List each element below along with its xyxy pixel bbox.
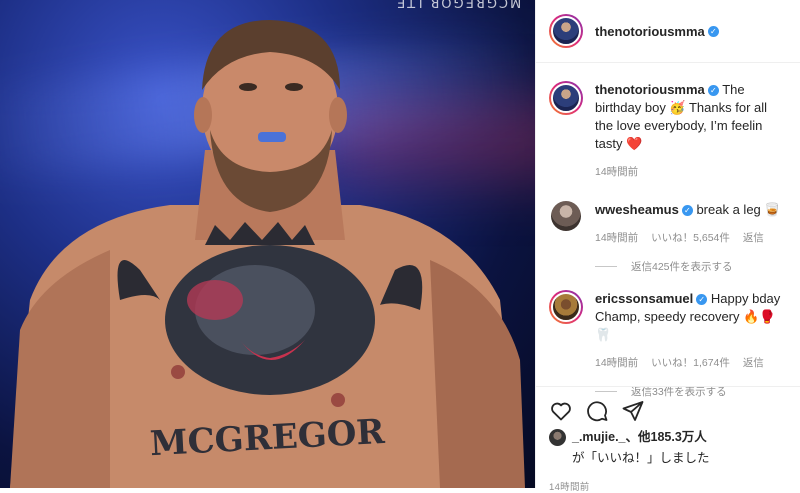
share-icon[interactable] xyxy=(621,399,645,423)
verified-badge-icon: ✓ xyxy=(681,205,693,216)
post-side-panel: thenotoriousmma ✓ thenotoriousmma ✓ The b… xyxy=(535,0,800,493)
divider xyxy=(595,266,617,267)
liker-avatar[interactable] xyxy=(549,429,566,446)
commenter-avatar[interactable] xyxy=(549,290,583,324)
author-username[interactable]: thenotoriousmma xyxy=(595,24,705,39)
comment-username[interactable]: wwesheamus xyxy=(595,202,679,217)
heart-icon[interactable] xyxy=(549,399,573,423)
comment-likes[interactable]: いいね！5,654件 xyxy=(651,232,730,244)
comment-username[interactable]: ericssonsamuel xyxy=(595,291,693,306)
verified-badge-icon: ✓ xyxy=(707,85,719,96)
view-replies-label[interactable]: 返信425件を表示する xyxy=(631,259,733,274)
comment: wwesheamus ✓ break a leg 🥃 14時間前 いいね！5,65… xyxy=(549,201,787,247)
liked-by[interactable]: _.mujie._、他185.3万人 xyxy=(572,429,707,446)
fighter-illustration: MCGREGOR xyxy=(10,20,525,488)
comment-likes[interactable]: いいね！1,674件 xyxy=(651,357,730,369)
comment-list: thenotoriousmma ✓ The birthday boy 🥳 Than… xyxy=(536,63,800,399)
instagram-post-view: MCGREGOR.LTE MCGREGOR thenotoriousmma ✓ … xyxy=(0,0,800,493)
comment-time[interactable]: 14時間前 xyxy=(595,232,638,244)
comment: ericssonsamuel ✓ Happy bday Champ, speedy… xyxy=(549,290,787,372)
commenter-avatar[interactable] xyxy=(551,201,581,231)
post-time[interactable]: 14時間前 xyxy=(549,479,787,493)
caption: thenotoriousmma ✓ The birthday boy 🥳 Than… xyxy=(549,81,787,181)
caption-username[interactable]: thenotoriousmma xyxy=(595,82,705,97)
author-avatar[interactable] xyxy=(549,14,583,48)
view-replies[interactable]: 返信425件を表示する xyxy=(595,259,787,274)
verified-badge-icon: ✓ xyxy=(707,25,719,37)
liked-suffix: が「いいね！」しました xyxy=(572,451,710,465)
post-header: thenotoriousmma ✓ xyxy=(536,0,800,63)
caption-time[interactable]: 14時間前 xyxy=(595,166,638,178)
verified-badge-icon: ✓ xyxy=(696,294,708,305)
caption-avatar[interactable] xyxy=(549,81,583,115)
reply-button[interactable]: 返信 xyxy=(743,232,764,244)
comment-time[interactable]: 14時間前 xyxy=(595,357,638,369)
post-actions: _.mujie._、他185.3万人 が「いいね！」しました 14時間前 xyxy=(536,386,800,493)
comment-text: break a leg 🥃 xyxy=(696,202,781,217)
comment-icon[interactable] xyxy=(585,399,609,423)
likes-summary[interactable]: _.mujie._、他185.3万人 xyxy=(549,429,787,446)
reply-button[interactable]: 返信 xyxy=(743,357,764,369)
post-photo[interactable]: MCGREGOR.LTE MCGREGOR xyxy=(0,0,535,488)
